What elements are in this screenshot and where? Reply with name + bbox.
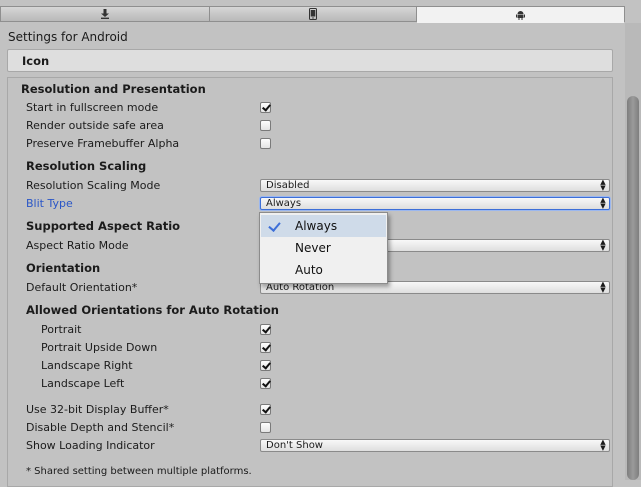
icon-section-label: Icon: [22, 54, 50, 68]
preserve-framebuffer-alpha-checkbox[interactable]: [260, 138, 271, 149]
shared-setting-footnote: * Shared setting between multiple platfo…: [26, 466, 252, 477]
tab-standalone[interactable]: [0, 6, 210, 22]
resolution-section-header[interactable]: Resolution and Presentation: [21, 82, 206, 96]
render-outside-safe-area-label: Render outside safe area: [26, 119, 164, 132]
resolution-scaling-mode-label: Resolution Scaling Mode: [26, 179, 161, 192]
landscape-left-checkbox[interactable]: [260, 378, 271, 389]
menu-item-never[interactable]: Never: [261, 237, 386, 259]
android-icon: [516, 10, 525, 20]
resolution-scaling-mode-value: Disabled: [266, 180, 310, 191]
supported-aspect-ratio-header: Supported Aspect Ratio: [26, 219, 181, 233]
blit-type-popup-menu: Always Never Auto: [259, 212, 388, 284]
platform-tab-bar: [0, 0, 641, 23]
landscape-left-label: Landscape Left: [41, 377, 125, 390]
settings-title: Settings for Android: [8, 30, 128, 44]
portrait-upside-down-label: Portrait Upside Down: [41, 341, 158, 354]
portrait-upside-down-checkbox[interactable]: [260, 342, 271, 353]
default-orientation-label: Default Orientation*: [26, 281, 138, 294]
tab-ios[interactable]: [209, 6, 417, 22]
aspect-ratio-mode-label: Aspect Ratio Mode: [26, 239, 129, 252]
scrollbar-thumb[interactable]: [627, 96, 639, 480]
landscape-right-label: Landscape Right: [41, 359, 133, 372]
checkmark-icon: [268, 219, 281, 232]
dropdown-arrows-icon: ▲ ▼: [600, 239, 606, 252]
render-outside-safe-area-checkbox[interactable]: [260, 120, 271, 131]
disable-depth-stencil-label: Disable Depth and Stencil*: [26, 421, 175, 434]
portrait-checkbox[interactable]: [260, 324, 271, 335]
start-fullscreen-label: Start in fullscreen mode: [26, 101, 159, 114]
dropdown-arrows-icon: ▲ ▼: [600, 281, 606, 294]
menu-item-auto[interactable]: Auto: [261, 259, 386, 281]
download-icon: [101, 9, 109, 19]
tab-android[interactable]: [416, 6, 625, 23]
dropdown-arrows-icon: ▲ ▼: [600, 197, 606, 210]
phone-icon: [309, 8, 317, 20]
preserve-framebuffer-alpha-label: Preserve Framebuffer Alpha: [26, 137, 180, 150]
blit-type-value: Always: [266, 198, 302, 209]
loading-indicator-label: Show Loading Indicator: [26, 439, 155, 452]
menu-item-label: Auto: [295, 263, 323, 277]
menu-item-always[interactable]: Always: [261, 215, 386, 237]
allowed-orientations-header: Allowed Orientations for Auto Rotation: [26, 303, 279, 317]
resolution-scaling-mode-dropdown[interactable]: Disabled ▲ ▼: [260, 179, 610, 192]
icon-section-foldout[interactable]: Icon: [7, 49, 613, 72]
orientation-header: Orientation: [26, 261, 101, 275]
dropdown-arrows-icon: ▲ ▼: [600, 439, 606, 452]
loading-indicator-value: Don't Show: [266, 440, 323, 451]
disable-depth-stencil-checkbox[interactable]: [260, 422, 271, 433]
resolution-scaling-header: Resolution Scaling: [26, 159, 147, 173]
landscape-right-checkbox[interactable]: [260, 360, 271, 371]
blit-type-label: Blit Type: [26, 197, 73, 210]
dropdown-arrows-icon: ▲ ▼: [600, 179, 606, 192]
blit-type-dropdown[interactable]: Always ▲ ▼: [260, 197, 610, 210]
display-buffer-checkbox[interactable]: [260, 404, 271, 415]
portrait-label: Portrait: [41, 323, 82, 336]
inspector-scrollbar[interactable]: [625, 23, 641, 480]
display-buffer-label: Use 32-bit Display Buffer*: [26, 403, 169, 416]
menu-item-label: Never: [295, 241, 331, 255]
start-fullscreen-checkbox[interactable]: [260, 102, 271, 113]
loading-indicator-dropdown[interactable]: Don't Show ▲ ▼: [260, 439, 610, 452]
menu-item-label: Always: [295, 219, 338, 233]
